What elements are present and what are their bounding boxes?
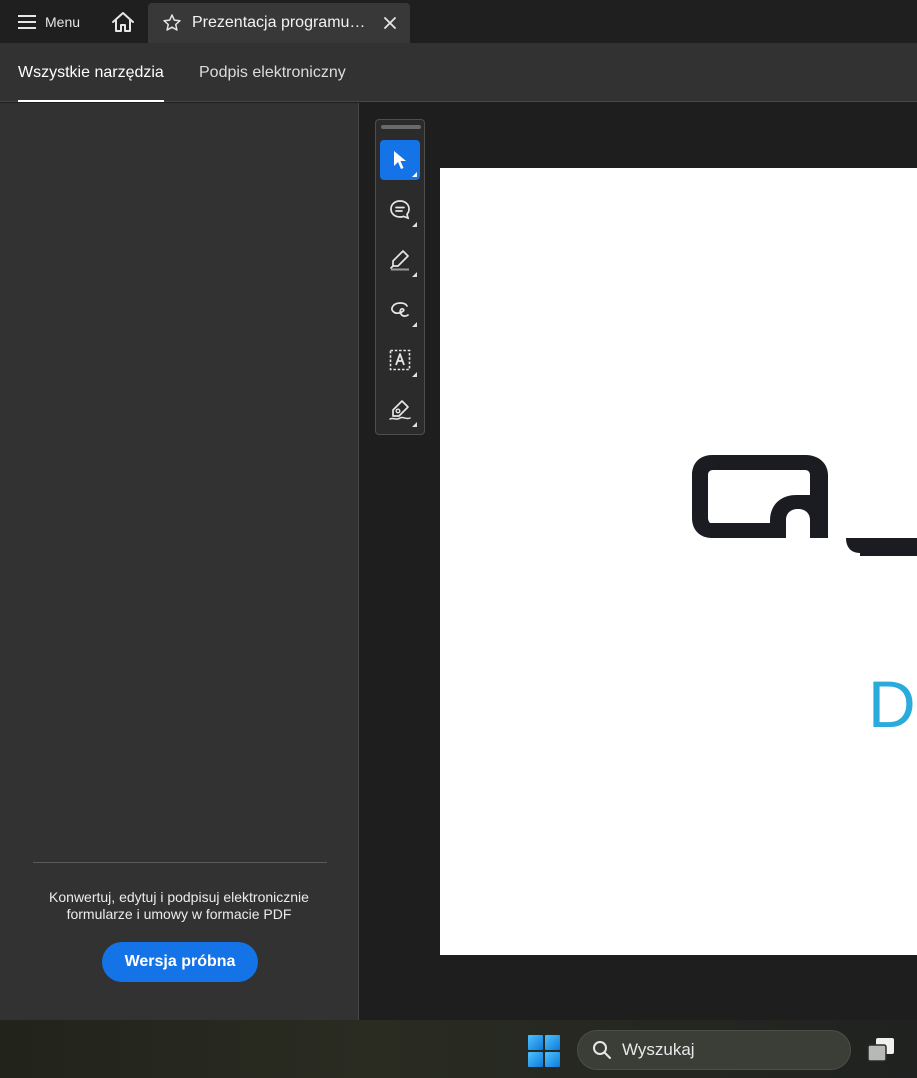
- document-viewer[interactable]: D: [360, 103, 917, 1020]
- search-icon: [593, 1041, 611, 1059]
- title-bar: Menu Prezentacja programu…: [0, 0, 917, 43]
- toolbar-drag-handle[interactable]: [381, 125, 421, 129]
- search-placeholder: Wyszukaj: [622, 1040, 695, 1059]
- windows-logo-icon: [528, 1035, 543, 1050]
- hamburger-icon: [18, 15, 36, 29]
- left-tools-panel: Konwertuj, edytuj i podpisuj elektronicz…: [0, 103, 359, 1020]
- add-comment-icon: [390, 200, 410, 220]
- start-button[interactable]: [528, 1035, 560, 1067]
- close-icon: [384, 17, 396, 29]
- highlight-tool-button[interactable]: [380, 240, 420, 280]
- menu-label: Menu: [45, 14, 81, 30]
- fill-sign-icon: [389, 400, 411, 420]
- tools-tabbar: Wszystkie narzędzia Podpis elektroniczny: [0, 43, 917, 102]
- comment-tool-button[interactable]: [380, 190, 420, 230]
- select-cursor-icon: [394, 151, 406, 169]
- promo-line-2: formularze i umowy w formacie PDF: [66, 906, 292, 922]
- sign-tool-button[interactable]: [380, 390, 420, 430]
- close-tab-button[interactable]: [380, 13, 400, 33]
- windows-logo-tile: [545, 1052, 560, 1067]
- windows-taskbar: Wyszukaj: [0, 1020, 917, 1078]
- task-view-icon[interactable]: [866, 1036, 898, 1064]
- document-tab-title: Prezentacja programu…: [192, 14, 366, 31]
- quick-tools-toolbar: [375, 119, 425, 435]
- menu-button[interactable]: Menu: [8, 6, 92, 38]
- windows-logo-tile: [528, 1052, 543, 1067]
- pdf-page[interactable]: D: [440, 168, 917, 955]
- logo-subtitle-letter: D: [868, 667, 916, 741]
- taskbar-search[interactable]: Wyszukaj: [577, 1030, 851, 1070]
- add-text-icon: [389, 349, 411, 371]
- free-trial-button[interactable]: Wersja próbna: [102, 942, 258, 982]
- tab-all-tools-label: Wszystkie narzędzia: [18, 63, 164, 81]
- star-icon[interactable]: [162, 13, 182, 33]
- text-tool-button[interactable]: [380, 340, 420, 380]
- tab-all-tools[interactable]: Wszystkie narzędzia: [18, 43, 164, 102]
- highlight-pen-icon: [390, 250, 409, 271]
- draw-freehand-icon: [391, 302, 409, 317]
- home-button[interactable]: [104, 6, 142, 38]
- select-tool-button[interactable]: [380, 140, 420, 180]
- home-icon: [112, 12, 134, 32]
- windows-logo-tile: [545, 1035, 560, 1050]
- draw-tool-button[interactable]: [380, 290, 420, 330]
- promo-line-1: Konwertuj, edytuj i podpisuj elektronicz…: [49, 889, 309, 905]
- promo-text: Konwertuj, edytuj i podpisuj elektronicz…: [20, 889, 338, 923]
- tab-e-signature[interactable]: Podpis elektroniczny: [199, 43, 346, 102]
- divider: [33, 862, 327, 863]
- company-logo: [692, 455, 917, 556]
- tab-e-signature-label: Podpis elektroniczny: [199, 63, 346, 81]
- document-tab[interactable]: Prezentacja programu…: [148, 3, 410, 43]
